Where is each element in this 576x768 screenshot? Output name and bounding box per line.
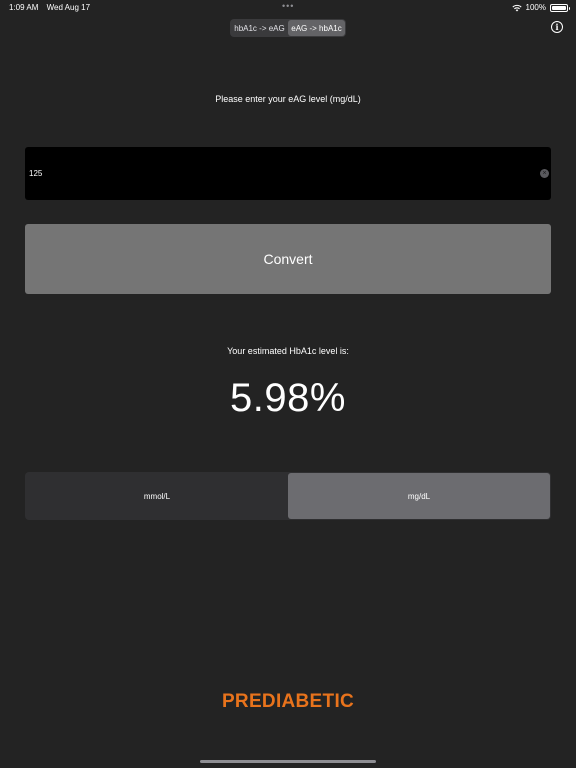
- unit-segmented-control[interactable]: mmol/L mg/dL: [25, 472, 551, 520]
- result-value: 5.98%: [230, 376, 346, 420]
- eag-level-input[interactable]: [25, 147, 551, 200]
- input-prompt-label: Please enter your eAG level (mg/dL): [215, 94, 361, 104]
- battery-fill: [552, 5, 566, 10]
- clear-circle-icon[interactable]: ×: [540, 169, 549, 178]
- status-indicators: 100%: [511, 3, 570, 12]
- battery-percent: 100%: [525, 3, 546, 12]
- status-date: Wed Aug 17: [46, 3, 91, 12]
- multitasking-dots-icon[interactable]: •••: [282, 1, 294, 11]
- info-icon[interactable]: i: [551, 21, 563, 33]
- convert-button[interactable]: Convert: [25, 224, 551, 294]
- status-bar: 1:09 AM Wed Aug 17 ••• 100%: [0, 0, 576, 16]
- conversion-mode-segmented-control[interactable]: hbA1c -> eAG eAG -> hbA1c: [230, 19, 346, 37]
- battery-icon: [550, 3, 570, 12]
- segment-mmol-l[interactable]: mmol/L: [26, 473, 288, 519]
- segment-hba1c-to-eag[interactable]: hbA1c -> eAG: [231, 20, 288, 36]
- classification-label: PREDIABETIC: [221, 691, 355, 712]
- home-indicator[interactable]: [200, 760, 376, 763]
- segment-eag-to-hba1c[interactable]: eAG -> hbA1c: [288, 20, 345, 36]
- converter-screen: 1:09 AM Wed Aug 17 ••• 100% hbA1c -> eAG…: [0, 0, 576, 768]
- result-label: Your estimated HbA1c level is:: [227, 346, 349, 356]
- status-time-date: 1:09 AM Wed Aug 17: [9, 3, 96, 12]
- segment-mg-dl[interactable]: mg/dL: [288, 473, 550, 519]
- wifi-icon: [511, 4, 522, 11]
- status-time: 1:09 AM: [9, 3, 39, 12]
